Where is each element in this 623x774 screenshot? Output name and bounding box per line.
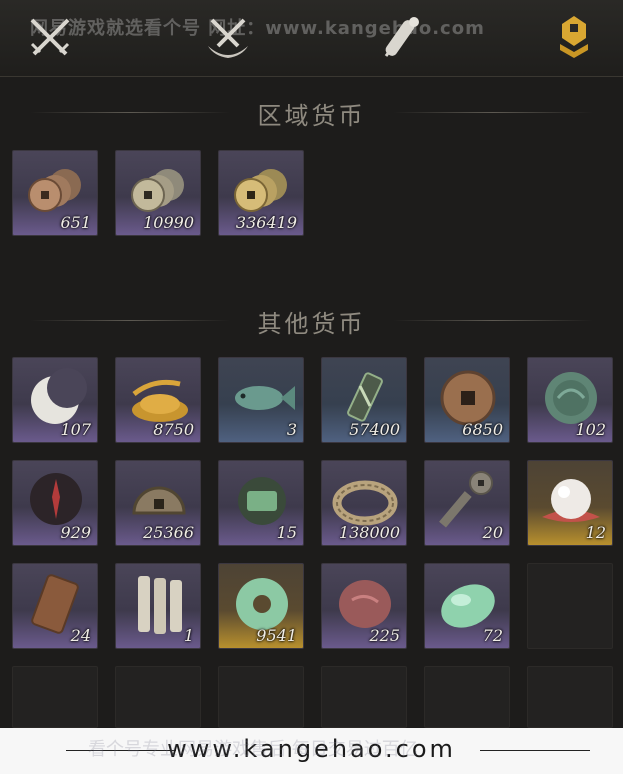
footer-ghost-text: 看个号专业网易游戏售后 每日交易过百亿 <box>88 739 418 760</box>
item-count: 138000 <box>338 523 400 542</box>
gold-coins-icon <box>234 169 287 212</box>
tab-currency[interactable] <box>544 8 604 68</box>
item-count: 225 <box>369 626 400 645</box>
item-count: 6850 <box>462 420 503 439</box>
copper-coins-icon <box>28 169 81 212</box>
pearl-icon <box>542 479 600 522</box>
currency-slot[interactable]: 107 <box>12 357 98 443</box>
item-count: 1 <box>183 626 194 645</box>
empty-slot[interactable] <box>321 666 407 728</box>
currency-slot[interactable]: 9541 <box>218 563 304 649</box>
currency-tab-bar: 网易游戏就选看个号 网址：www.kangehao.com <box>0 0 623 77</box>
empty-slot[interactable] <box>527 563 613 649</box>
item-count: 25366 <box>143 523 194 542</box>
crescent-jade-icon <box>31 368 87 424</box>
dark-sigil-icon <box>30 473 82 525</box>
bamboo-slips-icon <box>138 576 182 634</box>
empty-slot[interactable] <box>527 666 613 728</box>
coin-string-icon <box>332 480 398 526</box>
bronze-coin-icon <box>440 370 496 426</box>
tab-weapons[interactable] <box>20 8 80 68</box>
item-count: 651 <box>60 213 91 232</box>
currency-slot[interactable]: 15 <box>218 460 304 546</box>
red-stone-icon <box>339 580 391 628</box>
currency-slot[interactable]: 24 <box>12 563 98 649</box>
half-coin-icon <box>132 486 186 515</box>
currency-slot[interactable]: 1 <box>115 563 201 649</box>
item-count: 3 <box>286 420 297 439</box>
item-count: 12 <box>585 523 606 542</box>
empty-slot[interactable] <box>115 666 201 728</box>
currency-slot[interactable]: 8750 <box>115 357 201 443</box>
currency-slot[interactable]: 651 <box>12 150 98 236</box>
item-count: 72 <box>482 626 503 645</box>
bronze-tag-icon <box>31 574 79 634</box>
empty-slot[interactable] <box>12 666 98 728</box>
item-count: 8750 <box>153 420 194 439</box>
section-title-other: 其他货币 <box>257 310 366 338</box>
item-count: 107 <box>60 420 91 439</box>
coin-sword-icon <box>439 471 493 528</box>
jade-ring-icon <box>236 578 288 630</box>
section-title-regional: 区域货币 <box>257 102 366 130</box>
currency-slot[interactable]: 6850 <box>424 357 510 443</box>
currency-slot[interactable]: 102 <box>527 357 613 443</box>
silver-coins-icon <box>131 169 184 212</box>
currency-slot[interactable]: 10990 <box>115 150 201 236</box>
tab-bundle[interactable] <box>198 8 258 68</box>
token-plaque-icon <box>347 372 383 422</box>
item-count: 10990 <box>143 213 194 232</box>
currency-slot[interactable]: 25366 <box>115 460 201 546</box>
grain-pile-icon <box>132 379 188 422</box>
item-count: 336419 <box>235 213 297 232</box>
item-count: 929 <box>60 523 91 542</box>
empty-slot[interactable] <box>424 666 510 728</box>
item-count: 15 <box>276 523 297 542</box>
jade-disc-icon <box>545 372 597 424</box>
currency-slot[interactable]: 336419 <box>218 150 304 236</box>
green-tablet-icon <box>238 477 286 525</box>
coin-stack-icon <box>560 16 588 58</box>
item-count: 9541 <box>256 626 297 645</box>
item-count: 57400 <box>349 420 400 439</box>
currency-slot[interactable]: 3 <box>218 357 304 443</box>
green-jade-icon <box>441 584 495 628</box>
crossed-swords-icon <box>30 18 70 56</box>
currency-slot[interactable]: 12 <box>527 460 613 546</box>
empty-slot[interactable] <box>218 666 304 728</box>
item-count: 24 <box>70 626 91 645</box>
scroll-icon <box>384 17 419 57</box>
currency-slot[interactable]: 929 <box>12 460 98 546</box>
currency-slot[interactable]: 57400 <box>321 357 407 443</box>
currency-slot[interactable]: 20 <box>424 460 510 546</box>
item-count: 102 <box>575 420 606 439</box>
tab-scrolls[interactable] <box>372 8 432 68</box>
item-count: 20 <box>482 523 503 542</box>
currency-slot[interactable]: 72 <box>424 563 510 649</box>
jade-fish-icon <box>235 386 295 410</box>
currency-slot[interactable]: 225 <box>321 563 407 649</box>
bundle-icon <box>208 18 248 58</box>
currency-slot[interactable]: 138000 <box>321 460 407 546</box>
